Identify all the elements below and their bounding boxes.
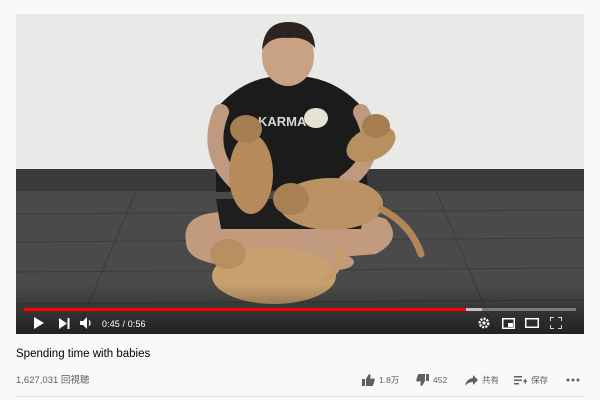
video-actions: 1.8万 452 共有 保存: [0, 372, 600, 388]
save-button[interactable]: 保存: [514, 372, 548, 388]
dislike-button[interactable]: 452: [416, 372, 447, 388]
miniplayer-button[interactable]: [500, 315, 516, 331]
fullscreen-icon: [550, 317, 562, 329]
divider: [16, 396, 584, 397]
time-separator: /: [122, 319, 126, 329]
miniplayer-icon: [501, 317, 515, 329]
share-icon: [465, 374, 478, 386]
time-display: 0:45 / 0:56: [102, 319, 146, 329]
progress-played: [24, 308, 466, 311]
volume-icon: [79, 317, 91, 329]
video-title: Spending time with babies: [16, 348, 151, 360]
save-icon: [514, 375, 527, 384]
like-count: 1.8万: [379, 375, 400, 385]
like-button[interactable]: 1.8万: [362, 372, 399, 388]
dislike-count: 452: [433, 375, 448, 385]
progress-bar[interactable]: [24, 308, 576, 311]
play-icon: [33, 317, 44, 329]
current-time: 0:45: [102, 319, 120, 329]
video-player[interactable]: KARMA 0:45 / 0:56: [16, 14, 584, 334]
more-icon: [566, 378, 580, 382]
theater-icon: [525, 318, 539, 328]
next-button[interactable]: [56, 315, 72, 331]
next-icon: [58, 317, 69, 329]
settings-button[interactable]: [476, 315, 492, 331]
volume-button[interactable]: [78, 315, 94, 331]
fullscreen-button[interactable]: [548, 315, 564, 331]
thumbs-down-icon: [416, 374, 429, 386]
save-label: 保存: [531, 375, 549, 385]
duration: 0:56: [127, 319, 146, 329]
share-label: 共有: [482, 375, 500, 385]
play-button[interactable]: [30, 315, 46, 331]
more-actions-button[interactable]: [566, 372, 580, 388]
thumbs-up-icon: [362, 374, 375, 386]
share-button[interactable]: 共有: [465, 372, 499, 388]
settings-icon: [478, 317, 490, 329]
theater-mode-button[interactable]: [524, 315, 540, 331]
svg-text:KARMA: KARMA: [258, 114, 307, 129]
